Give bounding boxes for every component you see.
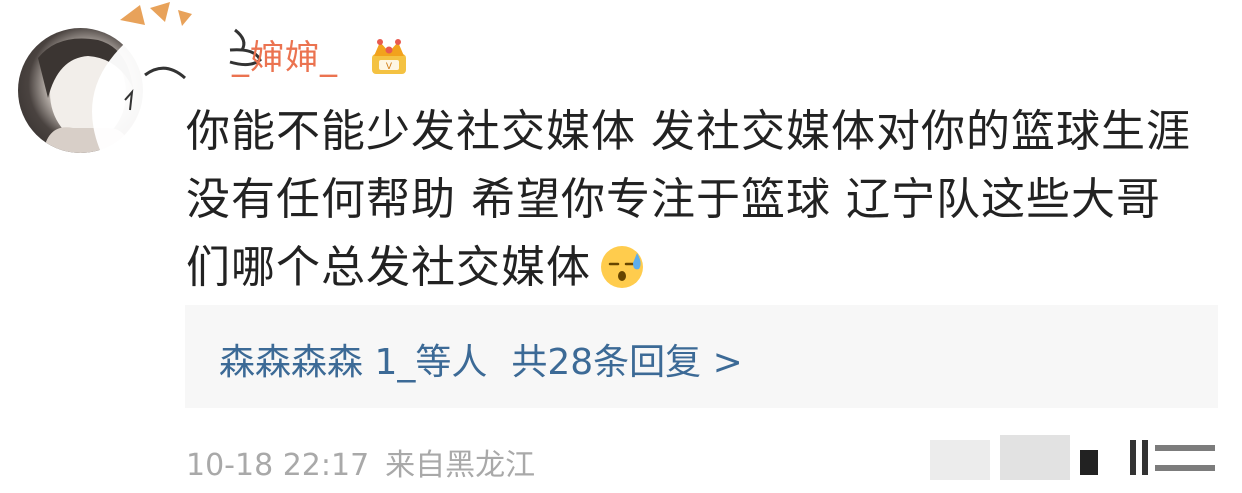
watermark-icon — [930, 435, 1215, 480]
reply-summary[interactable]: 森森森森 1_等人 共28条回复 > — [185, 305, 1218, 408]
timestamp: 10-18 22:17 — [186, 448, 370, 483]
comment-body: 你能不能少发社交媒体 发社交媒体对你的篮球生涯 没有任何帮助 希望你专注于篮球 … — [186, 98, 1216, 302]
comment-line-text: 们哪个总发社交媒体 — [186, 242, 591, 293]
crown-badge-icon[interactable]: V — [366, 36, 412, 78]
comment-line: 没有任何帮助 希望你专注于篮球 辽宁队这些大哥 — [186, 174, 1161, 225]
comment-line: 你能不能少发社交媒体 发社交媒体对你的篮球生涯 — [186, 106, 1191, 157]
reply-count-link[interactable]: 共28条回复 > — [511, 342, 742, 383]
avatar-photo — [38, 38, 133, 153]
svg-text:V: V — [386, 62, 393, 72]
location: 来自黑龙江 — [385, 448, 536, 483]
reply-suffix: 等人 — [415, 342, 488, 383]
username[interactable]: _婶婶_ — [232, 30, 338, 79]
avatar[interactable] — [18, 28, 143, 153]
sweat-emoji-icon — [601, 246, 643, 288]
reply-summary-text[interactable]: 森森森森 1_等人 共28条回复 > — [219, 333, 743, 385]
reply-users[interactable]: 森森森森 1_ — [219, 342, 415, 383]
comment-line: 们哪个总发社交媒体 — [186, 234, 1216, 302]
comment-meta: 10-18 22:17 来自黑龙江 — [186, 440, 535, 484]
